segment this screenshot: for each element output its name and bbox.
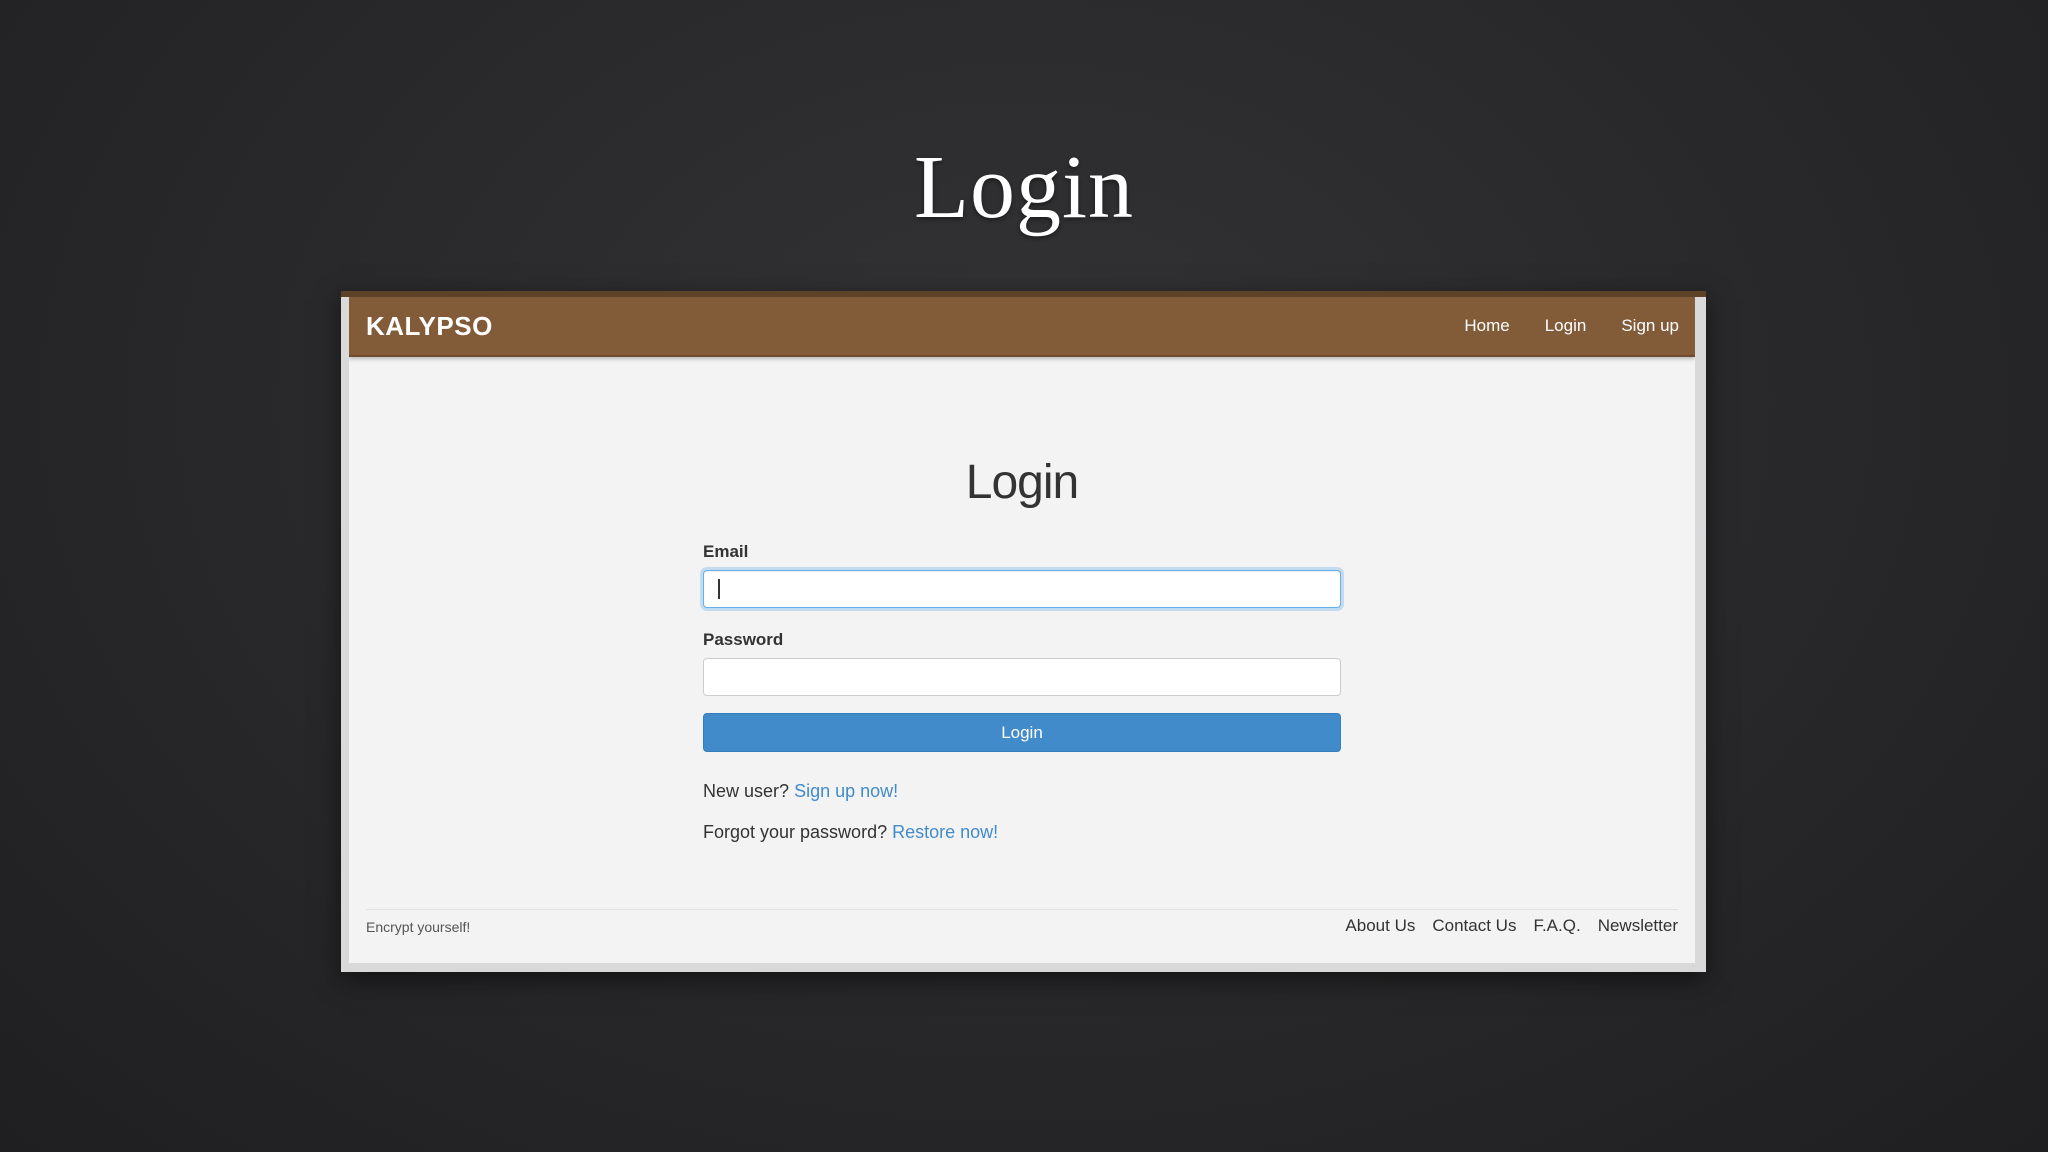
nav-links: Home Login Sign up [1429,297,1679,355]
nav-link-home[interactable]: Home [1464,316,1509,336]
footer-divider [366,909,1678,910]
footer-link-newsletter[interactable]: Newsletter [1598,916,1678,936]
slide-title: Login [914,138,1134,237]
signup-link[interactable]: Sign up now! [794,781,898,801]
restore-link[interactable]: Restore now! [892,822,998,842]
footer-links: About Us Contact Us F.A.Q. Newsletter [1328,916,1678,936]
email-label: Email [703,542,749,561]
nav-link-signup[interactable]: Sign up [1621,316,1679,336]
login-form: Email Password Login New user? Sign up n… [703,541,1341,844]
brand-logo[interactable]: KALYPSO [366,297,493,355]
password-label: Password [703,630,784,649]
navbar: KALYPSO Home Login Sign up [349,297,1695,357]
new-user-line: New user? Sign up now! [703,779,1341,803]
text-caret [718,579,720,599]
password-field[interactable] [703,658,1341,696]
login-heading: Login [965,456,1079,509]
browser-viewport: KALYPSO Home Login Sign up Login Email P… [349,297,1695,963]
new-user-text: New user? [703,781,790,801]
login-button[interactable]: Login [703,713,1341,752]
footer-link-contact[interactable]: Contact Us [1432,916,1516,936]
footer-link-about[interactable]: About Us [1345,916,1415,936]
forgot-password-line: Forgot your password? Restore now! [703,820,1341,844]
footer-link-faq[interactable]: F.A.Q. [1533,916,1580,936]
email-field[interactable] [703,570,1341,608]
forgot-password-text: Forgot your password? [703,822,888,842]
footer-tagline: Encrypt yourself! [366,919,471,935]
nav-link-login[interactable]: Login [1545,316,1587,336]
